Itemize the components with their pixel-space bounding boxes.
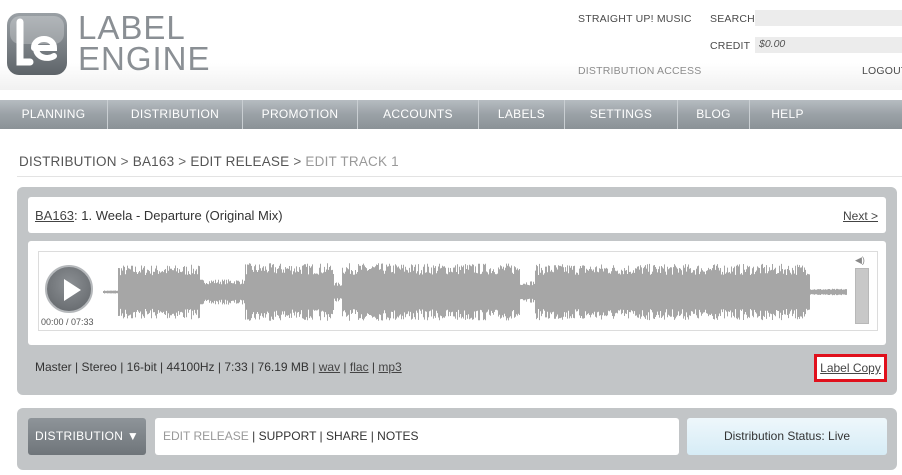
meta-duration: 7:33 <box>224 360 248 374</box>
distribution-dropdown-button[interactable]: DISTRIBUTION ▼ <box>28 418 146 455</box>
download-flac-link[interactable]: flac <box>350 360 369 374</box>
breadcrumb-separator: > <box>120 154 129 169</box>
next-track-link[interactable]: Next > <box>843 209 878 223</box>
track-metadata: Master | Stereo | 16-bit | 44100Hz | 7:3… <box>35 360 402 374</box>
nav-labels[interactable]: LABELS <box>479 100 565 129</box>
breadcrumb-divider <box>17 176 902 177</box>
breadcrumb: DISTRIBUTION > BA163 > EDIT RELEASE > EDIT TRA… <box>19 154 399 169</box>
time-readout: 00:00 / 07:33 <box>41 317 94 327</box>
submenu-edit-release[interactable]: EDIT RELEASE <box>163 429 249 443</box>
submenu-share[interactable]: SHARE <box>326 429 367 443</box>
release-link[interactable]: BA163 <box>35 208 74 223</box>
track-name: : 1. Weela - Departure (Original Mix) <box>74 208 283 223</box>
label-copy-link[interactable]: Label Copy <box>814 354 887 382</box>
meta-separator: | <box>312 360 316 374</box>
track-title: BA163: 1. Weela - Departure (Original Mi… <box>35 208 283 223</box>
search-label: SEARCH <box>710 13 755 25</box>
nav-planning[interactable]: PLANNING <box>0 100 108 129</box>
logo-line-1: LABEL <box>78 9 186 46</box>
play-button[interactable] <box>45 265 93 313</box>
le-logo-icon <box>7 13 67 75</box>
submenu-notes[interactable]: NOTES <box>377 429 418 443</box>
account-name-link[interactable]: STRAIGHT UP! MUSIC <box>578 13 692 25</box>
waveform[interactable] <box>103 258 847 326</box>
breadcrumb-release[interactable]: BA163 <box>133 154 175 169</box>
meta-separator: | <box>75 360 79 374</box>
breadcrumb-current: EDIT TRACK 1 <box>305 154 399 169</box>
nav-settings[interactable]: SETTINGS <box>565 100 678 129</box>
meta-source: Master <box>35 360 72 374</box>
submenu-separator: | <box>370 429 374 443</box>
submenu-support[interactable]: SUPPORT <box>259 429 317 443</box>
meta-separator: | <box>251 360 255 374</box>
speaker-icon[interactable]: ◀) <box>855 255 865 266</box>
submenu-separator: | <box>252 429 256 443</box>
meta-separator: | <box>120 360 124 374</box>
meta-sample-rate: 44100Hz <box>166 360 215 374</box>
meta-channels: Stereo <box>81 360 117 374</box>
nav-help[interactable]: HELP <box>750 100 825 129</box>
search-input[interactable] <box>755 10 902 26</box>
breadcrumb-distribution[interactable]: DISTRIBUTION <box>19 154 117 169</box>
breadcrumb-edit-release[interactable]: EDIT RELEASE <box>190 154 289 169</box>
logo-line-2: ENGINE <box>78 40 211 77</box>
nav-blog[interactable]: BLOG <box>678 100 750 129</box>
nav-accounts[interactable]: ACCOUNTS <box>358 100 479 129</box>
download-wav-link[interactable]: wav <box>319 360 340 374</box>
release-submenu: EDIT RELEASE | SUPPORT | SHARE | NOTES <box>155 418 679 455</box>
download-mp3-link[interactable]: mp3 <box>378 360 401 374</box>
breadcrumb-separator: > <box>293 154 302 169</box>
distribution-status: Distribution Status: Live <box>687 418 887 455</box>
meta-separator: | <box>217 360 222 374</box>
logo-wordmark: LABEL ENGINE <box>78 9 211 77</box>
label-engine-logo[interactable]: LABEL ENGINE <box>6 8 210 80</box>
nav-promotion[interactable]: PROMOTION <box>243 100 358 129</box>
play-icon <box>64 279 81 301</box>
credit-label: CREDIT <box>710 40 751 52</box>
waveform-bars <box>103 263 847 321</box>
meta-size: 76.19 MB <box>257 360 309 374</box>
submenu-separator: | <box>319 429 323 443</box>
credit-value: $0.00 <box>755 37 902 53</box>
breadcrumb-separator: > <box>178 154 187 169</box>
logout-link[interactable]: LOGOUT <box>862 65 902 77</box>
meta-separator: | <box>371 360 376 374</box>
header: LABEL ENGINE STRAIGHT UP! MUSIC SEARCH C… <box>0 0 902 90</box>
meta-separator: | <box>343 360 347 374</box>
meta-bit-depth: 16-bit <box>126 360 157 374</box>
volume-slider[interactable] <box>855 268 869 324</box>
main-nav: PLANNING DISTRIBUTION PROMOTION ACCOUNTS… <box>0 100 902 129</box>
nav-distribution[interactable]: DISTRIBUTION <box>108 100 243 129</box>
meta-separator: | <box>160 360 164 374</box>
distribution-access-link[interactable]: DISTRIBUTION ACCESS <box>578 65 701 77</box>
